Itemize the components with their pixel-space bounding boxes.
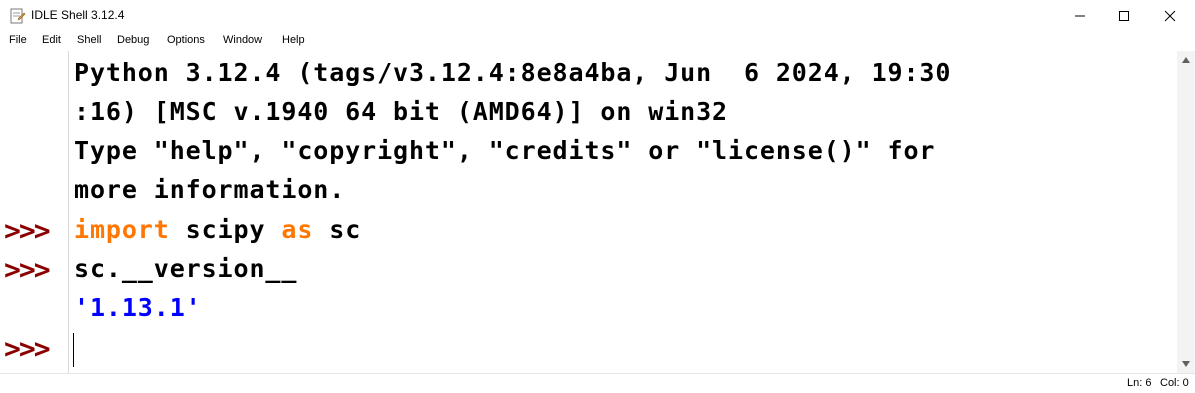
scroll-down-button[interactable]: [1177, 355, 1195, 373]
maximize-button[interactable]: [1101, 0, 1147, 31]
banner-line: Python 3.12.4 (tags/v3.12.4:8e8a4ba, Jun…: [74, 58, 952, 87]
menu-bar: File Edit Shell Debug Options Window Hel…: [0, 31, 1195, 51]
scroll-up-button[interactable]: [1177, 51, 1195, 69]
status-bar: Ln: 6 Col: 0: [0, 373, 1195, 393]
menu-debug[interactable]: Debug: [117, 34, 149, 46]
window-title: IDLE Shell 3.12.4: [31, 8, 125, 22]
menu-edit[interactable]: Edit: [42, 34, 61, 46]
title-bar: IDLE Shell 3.12.4: [0, 0, 1195, 32]
scroll-up-arrow-icon: [1182, 57, 1190, 63]
close-button[interactable]: [1147, 0, 1193, 31]
prompt-marker: >>>: [4, 332, 51, 365]
code-text: sc: [313, 215, 362, 244]
code-text: scipy: [169, 215, 282, 244]
gutter-divider: [68, 51, 69, 373]
close-icon: [1164, 10, 1176, 21]
menu-shell[interactable]: Shell: [77, 34, 101, 46]
status-column: Col: 0: [1160, 377, 1189, 389]
prompt-marker: >>>: [4, 214, 51, 247]
input-line: sc.__version__: [74, 254, 298, 283]
maximize-icon: [1119, 10, 1129, 21]
scroll-down-arrow-icon: [1182, 361, 1190, 367]
menu-help[interactable]: Help: [282, 34, 305, 46]
text-cursor: [73, 333, 74, 367]
input-line: import scipy as sc: [74, 210, 1174, 249]
minimize-button[interactable]: [1057, 0, 1103, 31]
menu-file[interactable]: File: [9, 34, 27, 46]
menu-window[interactable]: Window: [223, 34, 262, 46]
vertical-scrollbar[interactable]: [1177, 51, 1195, 373]
keyword-import: import: [74, 215, 170, 244]
menu-options[interactable]: Options: [167, 34, 205, 46]
keyword-as: as: [281, 215, 314, 244]
banner-line: :16) [MSC v.1940 64 bit (AMD64)] on win3…: [74, 97, 729, 126]
idle-app-icon: [9, 7, 27, 25]
minimize-icon: [1075, 15, 1085, 16]
prompt-marker: >>>: [4, 253, 51, 286]
status-line: Ln: 6: [1127, 377, 1152, 389]
banner-line: Type "help", "copyright", "credits" or "…: [74, 136, 936, 165]
output-line: '1.13.1': [74, 293, 202, 322]
banner-line: more information.: [74, 175, 346, 204]
